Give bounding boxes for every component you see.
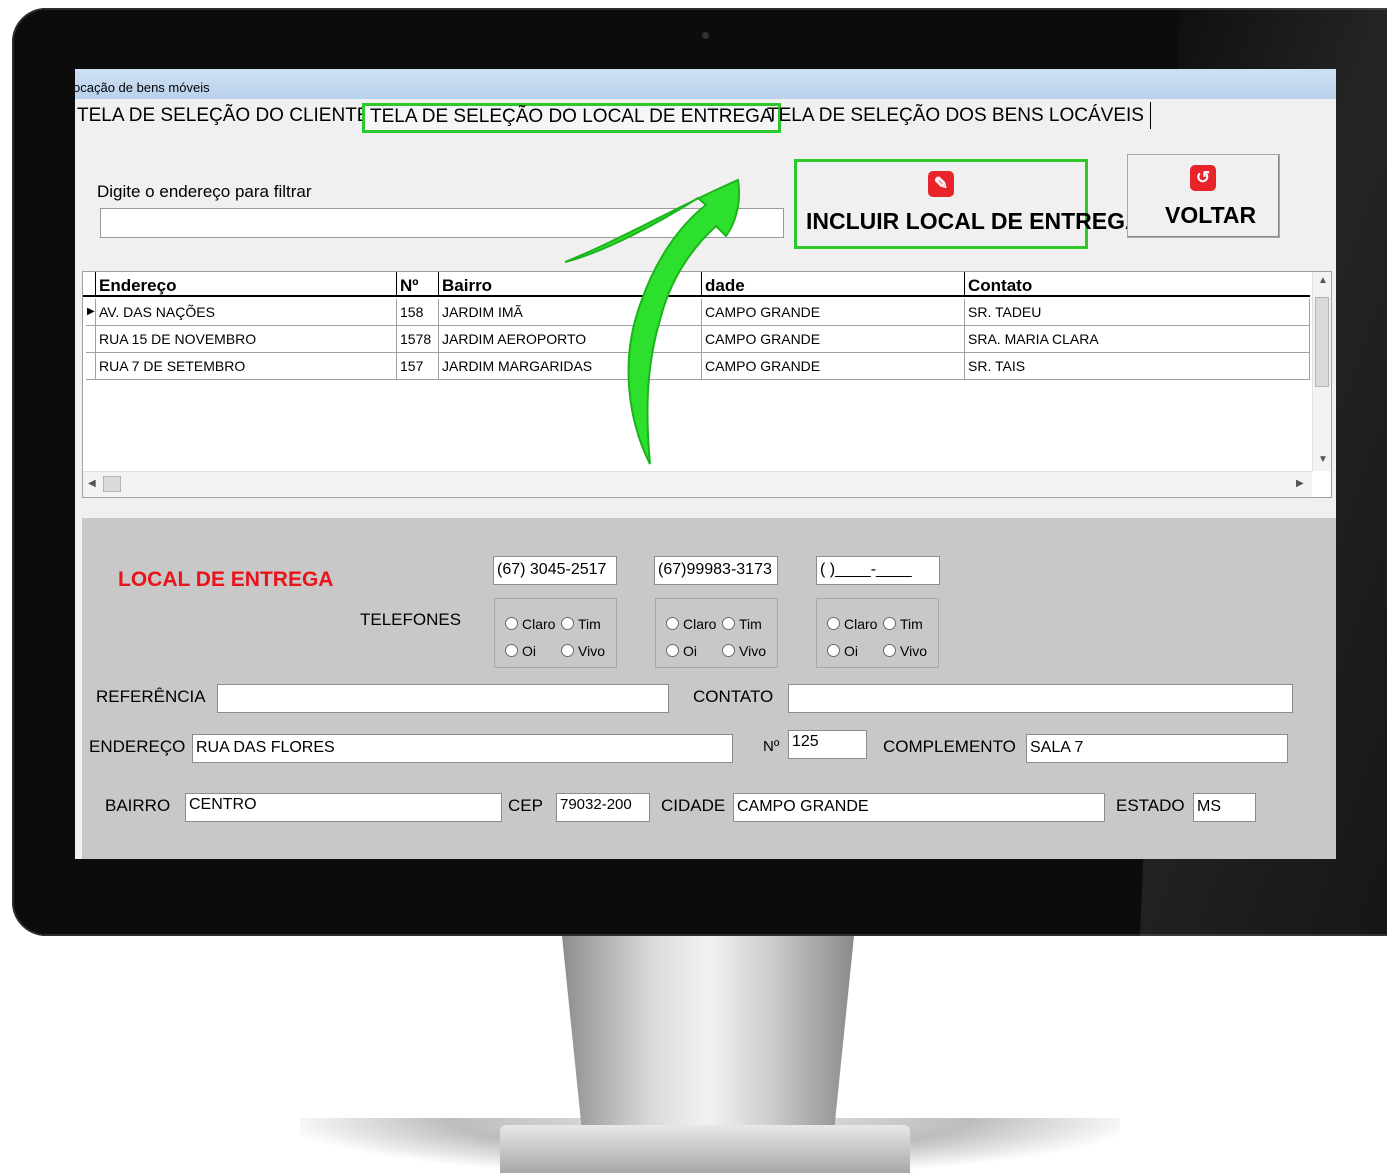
annotation-arrow bbox=[564, 178, 740, 465]
green-arrow-shape bbox=[564, 178, 740, 465]
